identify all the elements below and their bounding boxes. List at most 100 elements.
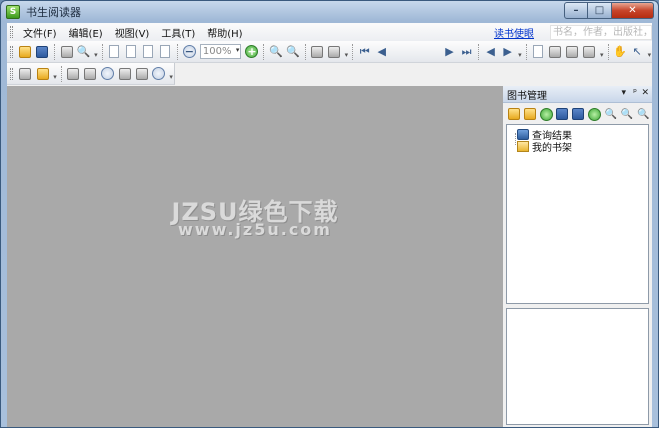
close-button[interactable]: ✕ — [612, 2, 654, 19]
panel-dropdown-icon[interactable]: ▾ — [621, 88, 626, 98]
single-page-button[interactable] — [107, 44, 122, 60]
print-button[interactable] — [59, 44, 74, 60]
document-view[interactable]: JZSU绿色下载 www.jz5u.com — [7, 86, 503, 427]
fit-page-button[interactable] — [327, 44, 342, 60]
toolbar-overflow-2[interactable]: ▾ — [344, 45, 350, 59]
window-controls: – □ ✕ — [564, 2, 654, 19]
toolbar-grip[interactable] — [10, 45, 13, 58]
open-button[interactable] — [18, 44, 33, 60]
open-folder-icon — [19, 45, 32, 58]
continuous-page-button[interactable] — [124, 44, 139, 60]
read-link[interactable]: 读书使眼 — [494, 25, 534, 40]
layout-2-button[interactable] — [548, 44, 563, 60]
search-button[interactable]: 🔍 — [603, 106, 618, 122]
book-search-input[interactable]: 书名，作者，出版社，类 — [550, 24, 652, 40]
import-icon — [556, 108, 569, 120]
layout-icon — [549, 45, 562, 58]
toolbar-overflow-7[interactable]: ▾ — [168, 67, 174, 81]
last-page-button[interactable]: ⏭ — [459, 44, 474, 60]
select-tool-button[interactable]: ↖ — [630, 44, 645, 60]
prev-page-small-button[interactable]: ◀ — [374, 44, 389, 60]
title-bar[interactable]: S 书生阅读器 – □ ✕ — [1, 1, 658, 23]
next-page-small-button[interactable]: ▶ — [442, 44, 457, 60]
menu-tools[interactable]: 工具(T) — [155, 25, 201, 40]
menu-edit[interactable]: 编辑(E) — [63, 25, 109, 40]
toolbar-separator — [607, 43, 609, 60]
text-tool-button[interactable] — [83, 66, 98, 82]
toolbar-overflow-1[interactable]: ▾ — [93, 45, 99, 59]
pen-button[interactable] — [66, 66, 81, 82]
page-icon — [160, 45, 171, 58]
maximize-button[interactable]: □ — [588, 2, 612, 19]
panel-header: 图书管理 ▾ ᵖ ✕ — [503, 86, 652, 103]
find-button[interactable]: 🔍 — [76, 44, 91, 60]
zoom-out-icon: − — [182, 45, 196, 58]
zoom-tool-out-button[interactable]: 🔍 — [285, 44, 300, 60]
download-button[interactable] — [571, 106, 586, 122]
zoom-out-button[interactable]: − — [182, 44, 197, 60]
bookmark-button[interactable] — [587, 106, 602, 122]
toolbar-separator — [478, 43, 480, 60]
toolbar-overflow-4[interactable]: ▾ — [599, 45, 605, 59]
fit-width-button[interactable] — [310, 44, 325, 60]
refresh-icon — [539, 107, 553, 121]
book-tree[interactable]: 查询结果 我的书架 — [506, 124, 649, 304]
layout-icon — [583, 45, 596, 58]
stamp-button[interactable] — [35, 66, 50, 82]
menu-right-area: 读书使眼 书名，作者，出版社，类 — [494, 23, 652, 41]
menu-file[interactable]: 文件(F) — [17, 25, 63, 40]
book-mode-button[interactable] — [158, 44, 173, 60]
layout-3-button[interactable] — [565, 44, 580, 60]
new-folder-button[interactable] — [506, 106, 521, 122]
magnify-minus-icon: 🔍 — [286, 45, 300, 58]
app-icon: S — [6, 5, 20, 19]
book-manager-panel: 图书管理 ▾ ᵖ ✕ 🔍 🔍 🔍 查询结果 我的书架 — [503, 86, 652, 427]
hand-tool-button[interactable]: ✋ — [613, 44, 628, 60]
settings-button[interactable] — [151, 66, 166, 82]
menu-help[interactable]: 帮助(H) — [201, 25, 248, 40]
save-button[interactable] — [35, 44, 50, 60]
page-icon — [533, 45, 544, 58]
open-folder-button[interactable] — [522, 106, 537, 122]
layout-1-button[interactable] — [531, 44, 546, 60]
page-icon — [143, 45, 154, 58]
book-detail-pane[interactable] — [506, 308, 649, 425]
arrow-line-button[interactable] — [134, 66, 149, 82]
toolbar-overflow-6[interactable]: ▾ — [52, 67, 58, 81]
new-folder-icon — [507, 108, 520, 120]
print-icon — [60, 45, 73, 58]
facing-page-button[interactable] — [141, 44, 156, 60]
zoom-in-button[interactable]: + — [244, 44, 259, 60]
menu-bar: 文件(F) 编辑(E) 视图(V) 工具(T) 帮助(H) 读书使眼 书名，作者… — [7, 23, 652, 41]
zoom-select[interactable]: 100% ▾ — [199, 44, 242, 59]
import-button[interactable] — [555, 106, 570, 122]
toolbar-overflow-5[interactable]: ▾ — [647, 45, 653, 59]
comment-button[interactable] — [18, 66, 33, 82]
toolbar-separator — [304, 43, 306, 60]
menu-view[interactable]: 视图(V) — [109, 25, 156, 40]
refresh-button[interactable] — [538, 106, 553, 122]
layout-icon — [566, 45, 579, 58]
menubar-grip[interactable] — [10, 26, 13, 38]
gear-icon — [152, 67, 166, 80]
toolbar-grip[interactable] — [10, 67, 13, 80]
zoom-tool-in-button[interactable]: 🔍 — [268, 44, 283, 60]
fit-width-icon — [311, 45, 324, 58]
advanced-search-button[interactable]: 🔍 — [620, 106, 635, 122]
online-search-button[interactable]: 🔍 — [636, 106, 651, 122]
layout-4-button[interactable] — [582, 44, 597, 60]
panel-close-icon[interactable]: ✕ — [641, 88, 649, 98]
line-button[interactable] — [117, 66, 132, 82]
back-button[interactable]: ◀ — [483, 44, 498, 60]
chevron-down-icon[interactable]: ▾ — [236, 46, 240, 54]
minimize-button[interactable]: – — [564, 2, 588, 19]
forward-button[interactable]: ▶ — [500, 44, 515, 60]
tree-node-my-bookshelf[interactable]: 我的书架 — [517, 139, 572, 154]
toolbar-overflow-3[interactable]: ▾ — [517, 45, 523, 59]
ellipse-button[interactable] — [100, 66, 115, 82]
client-area: 文件(F) 编辑(E) 视图(V) 工具(T) 帮助(H) 读书使眼 书名，作者… — [7, 23, 652, 427]
toolbar-separator — [176, 43, 178, 60]
page-icon — [109, 45, 120, 58]
first-page-button[interactable]: ⏮ — [357, 44, 372, 60]
pin-icon[interactable]: ᵖ — [633, 88, 637, 98]
